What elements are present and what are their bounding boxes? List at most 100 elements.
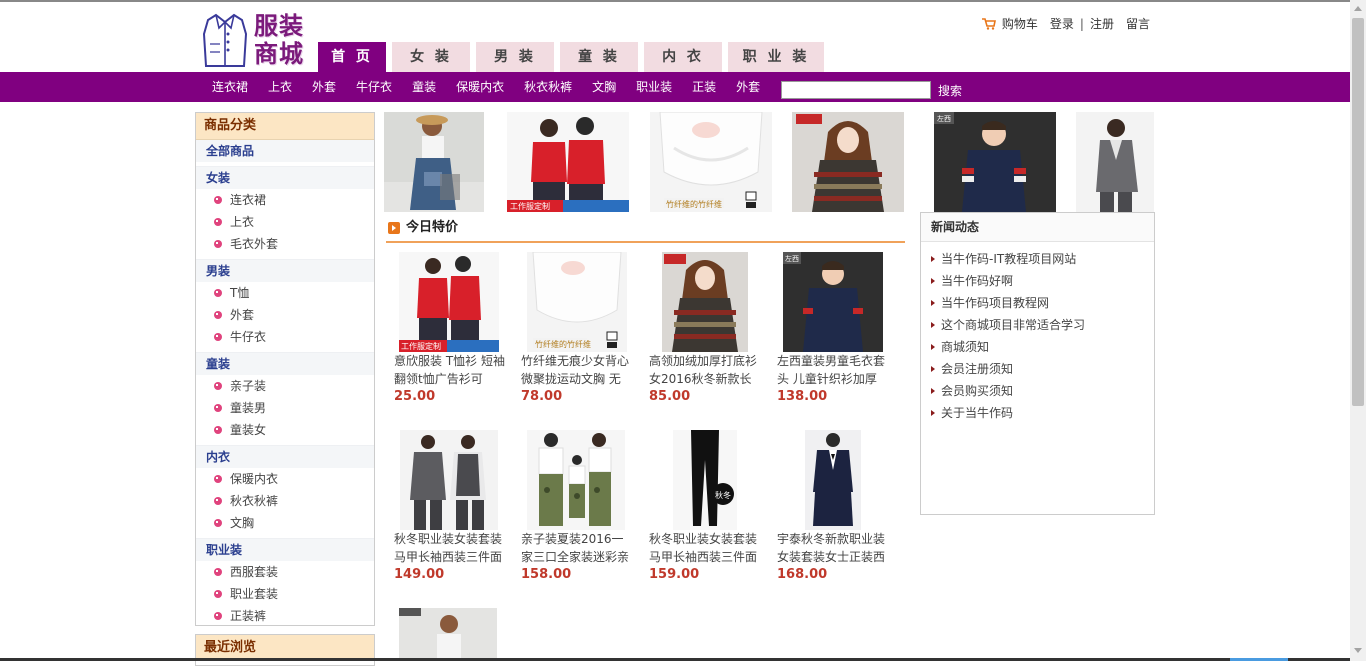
arrow-right-icon [931, 300, 935, 306]
category-link[interactable]: 保暖内衣 [456, 72, 504, 102]
category-link[interactable]: 外套 [736, 72, 760, 102]
category-link[interactable]: 文胸 [592, 72, 616, 102]
category-link[interactable]: 秋衣秋裤 [524, 72, 572, 102]
sidebar-item[interactable]: 外套 [196, 304, 374, 326]
news-item-label: 这个商城项目非常适合学习 [941, 318, 1086, 332]
sidebar-group-men[interactable]: 男装 [196, 259, 374, 282]
cart-link[interactable]: 购物车 [1002, 15, 1038, 32]
product-image[interactable] [662, 252, 748, 352]
category-link[interactable]: 连衣裙 [212, 72, 248, 102]
scroll-up-icon[interactable] [1354, 6, 1362, 11]
product-image[interactable] [805, 430, 861, 530]
product-name[interactable]: 秋冬职业装女装套装马甲长袖西装三件面 [649, 530, 761, 566]
tab-kids[interactable]: 童 装 [560, 42, 638, 72]
sidebar-item-label: T恤 [230, 286, 250, 300]
sidebar-item[interactable]: 文胸 [196, 512, 374, 534]
search-input[interactable] [781, 81, 931, 99]
product-image[interactable]: 左西 [783, 252, 883, 352]
vertical-scrollbar[interactable] [1350, 0, 1366, 661]
product-image[interactable] [527, 430, 625, 530]
link-separator: | [1079, 16, 1084, 31]
category-link[interactable]: 正装 [692, 72, 716, 102]
news-item[interactable]: 当牛作码项目教程网 [921, 292, 1154, 314]
banner-image-sweater-woman[interactable] [792, 112, 904, 212]
tab-home[interactable]: 首 页 [318, 42, 386, 72]
product-image[interactable]: 秋冬 [673, 430, 737, 530]
news-item[interactable]: 当牛作码好啊 [921, 270, 1154, 292]
site-logo[interactable]: 服装商城 [200, 10, 310, 72]
tab-workwear[interactable]: 职 业 装 [728, 42, 824, 72]
product-name[interactable]: 高领加绒加厚打底衫女2016秋冬新款长 [649, 352, 761, 388]
category-link[interactable]: 上衣 [268, 72, 292, 102]
sidebar-item[interactable]: 上衣 [196, 211, 374, 233]
banner-image-couple[interactable]: 工作服定制 [507, 112, 629, 212]
tab-underwear[interactable]: 内 衣 [644, 42, 722, 72]
sidebar-item-label: 文胸 [230, 516, 255, 530]
banner-image-boy[interactable]: 左西 [934, 112, 1056, 212]
tab-women[interactable]: 女 装 [392, 42, 470, 72]
category-link[interactable]: 童装 [412, 72, 436, 102]
news-item[interactable]: 会员注册须知 [921, 358, 1154, 380]
sidebar-group-women[interactable]: 女装 [196, 166, 374, 189]
product-name[interactable]: 左西童装男童毛衣套头 儿童针织衫加厚 [777, 352, 889, 388]
window-top-border [0, 0, 1350, 2]
sidebar-item[interactable]: 正装裤 [196, 605, 374, 627]
sidebar-item[interactable]: 职业套装 [196, 583, 374, 605]
sidebar-item[interactable]: 西服套装 [196, 561, 374, 583]
search-button[interactable]: 搜索 [938, 82, 962, 99]
sidebar-item-label: 保暖内衣 [230, 472, 279, 486]
product-image[interactable]: 工作服定制 [399, 252, 499, 352]
banner-image-girl[interactable] [384, 112, 484, 212]
sidebar-group-underwear[interactable]: 内衣 [196, 445, 374, 468]
svg-text:竹纤维的竹纤维: 竹纤维的竹纤维 [535, 339, 591, 349]
register-link[interactable]: 注册 [1090, 15, 1114, 32]
bullet-icon [214, 497, 222, 505]
product-name[interactable]: 秋冬职业装女装套装马甲长袖西装三件面 [394, 530, 506, 566]
sidebar-item[interactable]: 牛仔衣 [196, 326, 374, 348]
sidebar-item[interactable]: 亲子装 [196, 375, 374, 397]
svg-text:竹纤维的竹纤维: 竹纤维的竹纤维 [666, 199, 722, 209]
sidebar-item[interactable]: 毛衣外套 [196, 233, 374, 255]
product-image[interactable] [399, 608, 497, 661]
news-item[interactable]: 会员购买须知 [921, 380, 1154, 402]
sidebar-item-all[interactable]: 全部商品 [196, 140, 374, 162]
section-divider [386, 241, 905, 243]
product-name[interactable]: 亲子装夏装2016一家三口全家装迷彩亲 [521, 530, 633, 566]
category-link[interactable]: 职业装 [636, 72, 672, 102]
sidebar-item[interactable]: 秋衣秋裤 [196, 490, 374, 512]
product-image[interactable]: 竹纤维的竹纤维 [527, 252, 627, 352]
sidebar-item[interactable]: 连衣裙 [196, 189, 374, 211]
main-nav: 首 页 女 装 男 装 童 装 内 衣 职 业 装 [318, 42, 824, 72]
category-sidebar: 商品分类 全部商品 女装 连衣裙 上衣 毛衣外套 男装 T恤 外套 牛仔衣 童装… [195, 112, 375, 626]
news-item[interactable]: 商城须知 [921, 336, 1154, 358]
recent-panel: 最近浏览 [195, 634, 375, 666]
bullet-icon [214, 196, 222, 204]
sidebar-group-workwear[interactable]: 职业装 [196, 538, 374, 561]
scroll-down-icon[interactable] [1354, 648, 1362, 653]
scrollbar-thumb[interactable] [1352, 18, 1364, 406]
sidebar-item[interactable]: 保暖内衣 [196, 468, 374, 490]
product-name[interactable]: 意欣服装 T恤衫 短袖翻领t恤广告衫可 [394, 352, 506, 388]
sidebar-item[interactable]: 童装女 [196, 419, 374, 441]
login-link[interactable]: 登录 [1050, 15, 1074, 32]
bullet-icon [214, 333, 222, 341]
sidebar-item[interactable]: T恤 [196, 282, 374, 304]
tab-men[interactable]: 男 装 [476, 42, 554, 72]
sidebar-item-label: 西服套装 [230, 565, 279, 579]
news-item[interactable]: 关于当牛作码 [921, 402, 1154, 424]
sidebar-group-kids[interactable]: 童装 [196, 352, 374, 375]
product-name[interactable]: 宇泰秋冬新款职业装女装套装女士正装西 [777, 530, 889, 566]
svg-text:工作服定制: 工作服定制 [510, 201, 550, 211]
news-item[interactable]: 这个商城项目非常适合学习 [921, 314, 1154, 336]
product-name[interactable]: 竹纤维无痕少女背心 微聚拢运动文胸 无 [521, 352, 633, 388]
product-price: 168.00 [777, 567, 828, 582]
sidebar-item[interactable]: 童装男 [196, 397, 374, 419]
special-title: 今日特价 [406, 220, 459, 235]
product-image[interactable] [400, 430, 498, 530]
banner-image-suit[interactable] [1076, 112, 1154, 212]
category-link[interactable]: 牛仔衣 [356, 72, 392, 102]
message-link[interactable]: 留言 [1126, 15, 1150, 32]
category-link[interactable]: 外套 [312, 72, 336, 102]
news-item[interactable]: 当牛作码-IT教程项目网站 [921, 248, 1154, 270]
banner-image-bra[interactable]: 竹纤维的竹纤维 [650, 112, 772, 212]
